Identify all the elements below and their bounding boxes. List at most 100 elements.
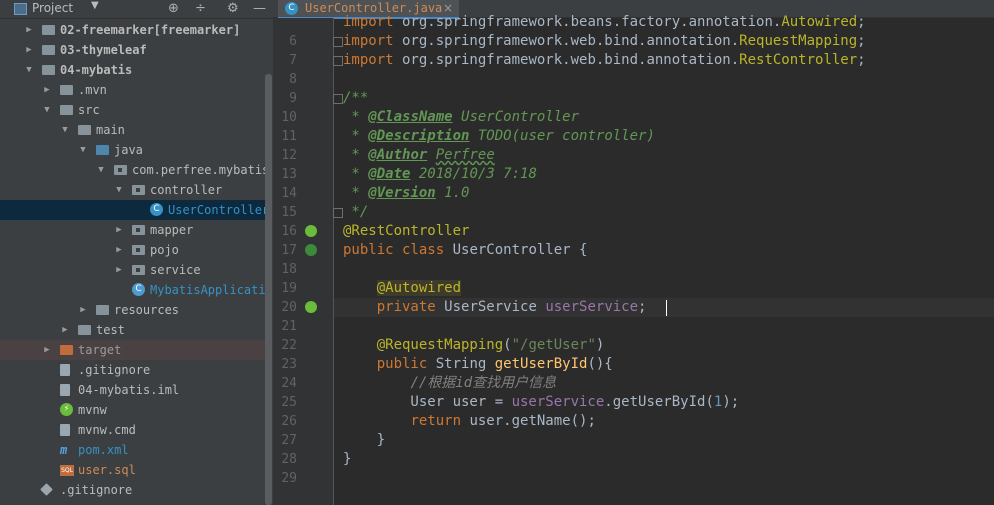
tree-item[interactable]: ▶ target (0, 340, 265, 360)
tree-item[interactable]: ▼ src (0, 100, 265, 120)
code-line[interactable]: } (343, 431, 385, 450)
folder-icon (60, 105, 73, 115)
chevron-right-icon[interactable]: ▶ (114, 240, 124, 260)
fold-marker-icon[interactable] (333, 56, 343, 66)
script-icon: ⚡ (60, 403, 73, 416)
tree-item[interactable]: .gitignore (0, 360, 265, 380)
folder-icon (42, 45, 55, 55)
tree-item[interactable]: C MybatisApplication (0, 280, 273, 300)
tree-item[interactable]: .gitignore (0, 480, 265, 500)
chevron-down-icon[interactable]: ▼ (42, 100, 52, 120)
line-number: 19 (281, 281, 297, 296)
package-icon (132, 265, 145, 275)
code-line[interactable]: * @Date 2018/10/3 7:18 (343, 165, 536, 184)
code-line[interactable]: * @ClassName UserController (343, 108, 579, 127)
spring-bean-icon[interactable] (305, 225, 317, 237)
tree-item[interactable]: ▶ 02-freemarker [freemarker] (0, 20, 265, 40)
code-line[interactable]: public String getUserById(){ (343, 355, 613, 374)
chevron-right-icon[interactable]: ▶ (42, 340, 52, 360)
spring-class-icon: C (132, 283, 145, 296)
code-line[interactable]: return user.getName(); (343, 412, 595, 431)
tree-item-label: mvnw (78, 403, 107, 417)
tree-item[interactable]: ⚡ mvnw (0, 400, 265, 420)
code-line[interactable]: public class UserController { (343, 241, 587, 260)
autowired-icon[interactable] (305, 301, 317, 313)
tree-item-label: test (96, 323, 125, 337)
tree-item[interactable]: mvnw.cmd (0, 420, 265, 440)
code-line[interactable]: * @Author Perfree (343, 146, 494, 165)
chevron-down-icon[interactable]: ▼ (91, 0, 99, 11)
tree-item[interactable]: ▶ .mvn (0, 80, 265, 100)
chevron-down-icon[interactable]: ▼ (60, 120, 70, 140)
tree-item[interactable]: ▶ resources (0, 300, 265, 320)
code-line[interactable]: import org.springframework.beans.factory… (343, 13, 866, 32)
code-line[interactable]: //根据id查找用户信息 (343, 374, 556, 393)
code-line[interactable]: /** (343, 89, 368, 108)
collapse-all-icon[interactable]: ÷ (195, 0, 206, 17)
tree-item-label: .gitignore (60, 483, 133, 497)
tree-item[interactable]: ▼ main (0, 120, 265, 140)
chevron-down-icon[interactable]: ▼ (114, 180, 124, 200)
class-icon: C (285, 2, 298, 15)
tree-scrollbar[interactable] (265, 74, 272, 505)
chevron-right-icon[interactable]: ▶ (114, 220, 124, 240)
code-line[interactable]: * @Version 1.0 (343, 184, 469, 203)
code-line[interactable]: @RestController (343, 222, 469, 241)
tree-item[interactable]: ▼ com.perfree.mybatis (0, 160, 269, 180)
class-icon: C (150, 203, 163, 216)
chevron-right-icon[interactable]: ▶ (114, 260, 124, 280)
chevron-right-icon[interactable]: ▶ (42, 80, 52, 100)
code-line[interactable]: @Autowired (343, 279, 462, 298)
project-title[interactable]: Project (32, 0, 73, 16)
tree-item[interactable]: ▼ controller (0, 180, 265, 200)
tree-item-label: 04-mybatis (60, 63, 133, 77)
line-number: 24 (281, 376, 297, 391)
spring-bean-icon[interactable] (305, 244, 317, 256)
line-number: 6 (289, 34, 297, 49)
tree-item[interactable]: ▶ mapper (0, 220, 265, 240)
tree-item-label: 02-freemarker (60, 23, 154, 37)
fold-marker-icon[interactable] (333, 208, 343, 218)
scroll-from-source-icon[interactable]: ⊕ (168, 0, 179, 17)
line-number: 15 (281, 205, 297, 220)
chevron-down-icon[interactable]: ▼ (78, 140, 88, 160)
tree-item[interactable]: ▼ java (0, 140, 265, 160)
file-icon (60, 364, 70, 376)
tree-item[interactable]: 04-mybatis.iml (0, 380, 265, 400)
tree-item[interactable]: m pom.xml (0, 440, 265, 460)
tree-item[interactable]: ▼ 04-mybatis (0, 60, 265, 80)
line-number: 17 (281, 243, 297, 258)
folder-icon (42, 65, 55, 75)
chevron-down-icon[interactable]: ▼ (24, 60, 34, 80)
chevron-right-icon[interactable]: ▶ (24, 20, 34, 40)
tree-item[interactable]: ▶ test (0, 320, 265, 340)
tree-item[interactable]: C UserController (0, 200, 269, 220)
code-line[interactable]: */ (343, 203, 368, 222)
tree-item[interactable]: ▶ pojo (0, 240, 265, 260)
tree-item[interactable]: ▶ service (0, 260, 265, 280)
chevron-right-icon[interactable]: ▶ (24, 40, 34, 60)
tree-item[interactable]: ▶ 03-thymeleaf (0, 40, 265, 60)
line-number: 13 (281, 167, 297, 182)
tree-item-label: mvnw.cmd (78, 423, 136, 437)
hide-panel-icon[interactable]: — (253, 0, 266, 17)
code-line[interactable]: import org.springframework.web.bind.anno… (343, 51, 866, 70)
chevron-right-icon[interactable]: ▶ (60, 320, 70, 340)
fold-marker-icon[interactable] (333, 94, 343, 104)
folder-icon (78, 125, 91, 135)
chevron-down-icon[interactable]: ▼ (96, 160, 106, 180)
tree-item[interactable]: SQL user.sql (0, 460, 265, 480)
code-line[interactable]: @RequestMapping("/getUser") (343, 336, 605, 355)
code-line[interactable]: } (343, 450, 351, 469)
code-line[interactable]: import org.springframework.web.bind.anno… (343, 32, 866, 51)
git-icon (40, 483, 53, 496)
chevron-right-icon[interactable]: ▶ (78, 300, 88, 320)
code-line[interactable]: * @Description TODO(user controller) (343, 127, 654, 146)
tree-item-label: src (78, 103, 100, 117)
file-icon (60, 384, 70, 396)
code-line[interactable]: User user = userService.getUserById(1); (343, 393, 739, 412)
gear-icon[interactable]: ⚙ (227, 0, 239, 17)
fold-marker-icon[interactable] (333, 37, 343, 47)
code-line[interactable]: private UserService userService; (343, 298, 647, 317)
tree-item-label: mapper (150, 223, 194, 237)
